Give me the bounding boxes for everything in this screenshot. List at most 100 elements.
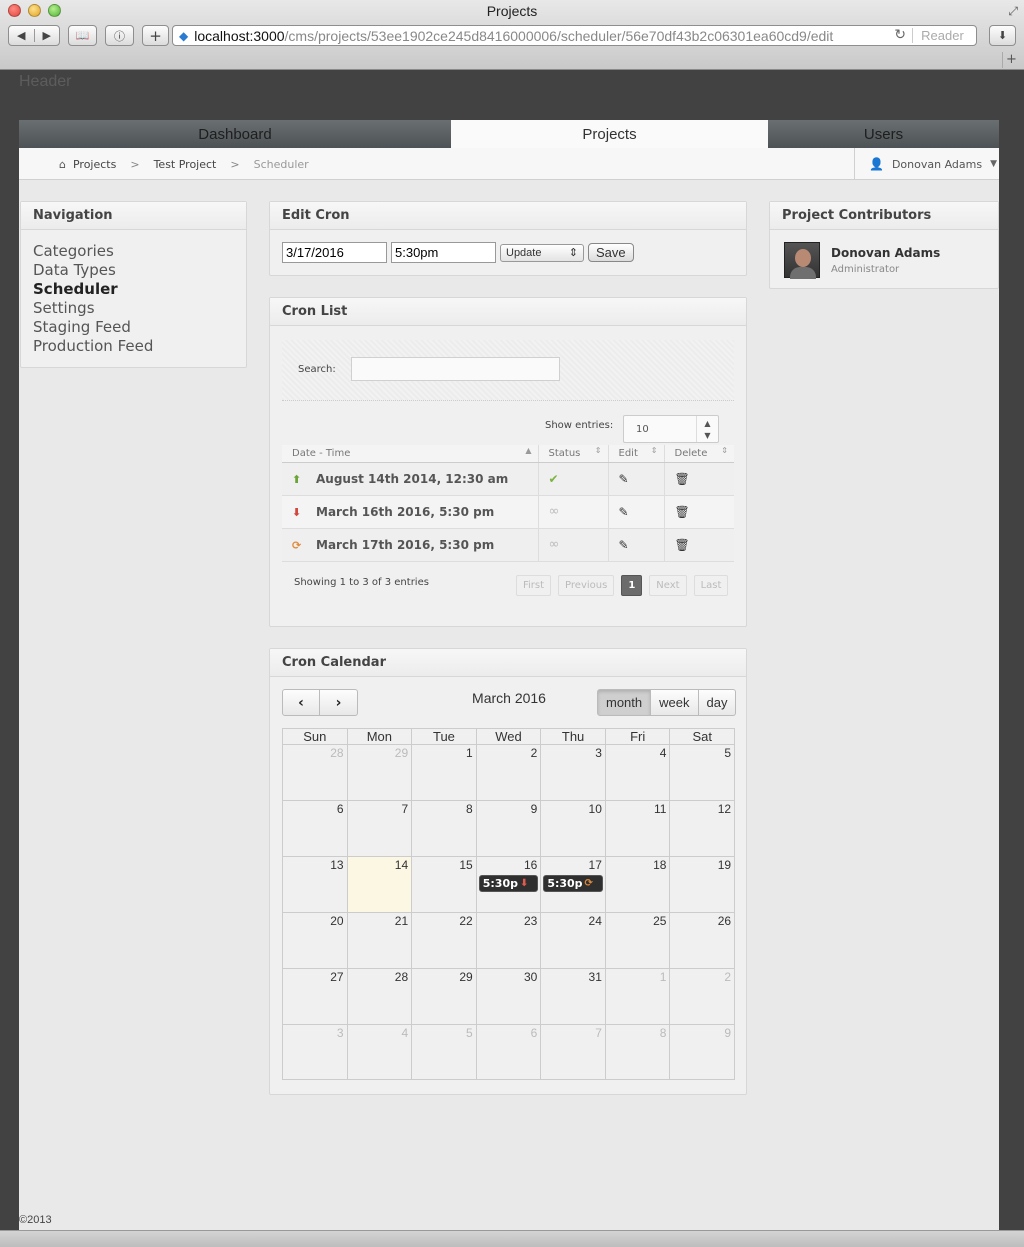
show-entries-select[interactable]: 10 ▲ ▼ <box>623 415 719 443</box>
fullscreen-icon[interactable]: ⤢ <box>1008 4 1018 19</box>
view-week-button[interactable]: week <box>651 689 699 716</box>
view-month-button[interactable]: month <box>597 689 652 716</box>
breadcrumb-projects[interactable]: Projects <box>73 158 116 171</box>
contributor-role: Administrator <box>831 264 900 275</box>
calendar-day[interactable]: 27 <box>283 969 347 1024</box>
calendar-day[interactable]: 25 <box>604 913 670 968</box>
action-select[interactable]: Update ⇕ <box>500 243 584 262</box>
next-month-chevron-icon[interactable]: › <box>320 689 358 716</box>
calendar-day[interactable]: 20 <box>283 913 347 968</box>
tab-dashboard[interactable]: Dashboard <box>19 120 451 148</box>
tab-projects[interactable]: Projects <box>451 120 768 148</box>
reload-icon[interactable]: ↻ <box>894 26 906 43</box>
prev-month-chevron-icon[interactable]: ‹ <box>282 689 320 716</box>
calendar-day[interactable]: 8 <box>411 801 476 856</box>
pager-previous[interactable]: Previous <box>558 575 615 596</box>
calendar-day[interactable]: 4 <box>346 1025 412 1079</box>
search-input[interactable] <box>351 357 560 381</box>
save-button[interactable]: Save <box>588 243 634 262</box>
calendar-day[interactable]: 18 <box>604 857 670 912</box>
nav-item-staging-feed[interactable]: Staging Feed <box>33 318 246 337</box>
calendar-day[interactable]: 5 <box>669 745 734 800</box>
new-tab-icon[interactable]: + <box>1002 52 1020 68</box>
calendar-day[interactable]: 23 <box>475 913 541 968</box>
calendar-day[interactable]: 3 <box>283 1025 347 1079</box>
calendar-day[interactable]: 26 <box>669 913 734 968</box>
calendar-day[interactable]: 6 <box>475 1025 541 1079</box>
pager-page-1[interactable]: 1 <box>621 575 643 596</box>
nav-item-production-feed[interactable]: Production Feed <box>33 337 246 356</box>
reader-button[interactable]: Reader <box>912 28 972 43</box>
calendar-day[interactable]: 8 <box>604 1025 670 1079</box>
row-datetime: March 17th 2016, 5:30 pm <box>316 537 495 552</box>
date-input[interactable] <box>282 242 387 263</box>
calendar-day[interactable]: 15 <box>411 857 476 912</box>
calendar-event[interactable]: 5:30p ⬇ <box>478 875 539 892</box>
calendar-day-today[interactable]: 14 <box>346 857 412 912</box>
calendar-day[interactable]: 29 <box>346 745 412 800</box>
downloads-icon[interactable]: ⬇ <box>989 25 1016 46</box>
calendar-day[interactable]: 5 <box>411 1025 476 1079</box>
calendar-day[interactable]: 7 <box>346 801 412 856</box>
navigation-title: Navigation <box>21 202 246 230</box>
edit-icon[interactable]: ✎ <box>619 538 629 552</box>
pager-first[interactable]: First <box>516 575 552 596</box>
address-bar[interactable]: ◆ localhost:3000/cms/projects/53ee1902ce… <box>172 25 977 46</box>
nav-item-settings[interactable]: Settings <box>33 299 246 318</box>
bookmarks-icon[interactable]: 📖 <box>68 25 97 46</box>
weekday-label: Thu <box>540 729 605 744</box>
tab-users[interactable]: Users <box>768 120 999 148</box>
nav-item-scheduler[interactable]: Scheduler <box>33 280 246 299</box>
add-bookmark-icon[interactable]: + <box>142 25 169 46</box>
trash-icon[interactable]: 🗑 <box>675 472 690 486</box>
calendar-day[interactable]: 7 <box>540 1025 605 1079</box>
calendar-day[interactable]: 30 <box>475 969 541 1024</box>
column-header-status[interactable]: Status ⇕ <box>538 445 609 463</box>
calendar-day[interactable]: 13 <box>283 857 347 912</box>
forward-arrow-icon[interactable]: ▶ <box>33 29 60 42</box>
calendar-day[interactable]: 17 5:30p ⟳ <box>540 857 605 912</box>
calendar-week: 6 7 8 9 10 11 12 <box>282 800 735 856</box>
calendar-day[interactable]: 21 <box>346 913 412 968</box>
calendar-day[interactable]: 28 <box>283 745 347 800</box>
contributor-name[interactable]: Donovan Adams <box>831 246 940 260</box>
nav-item-data-types[interactable]: Data Types <box>33 261 246 280</box>
top-sites-icon[interactable]: ⓘ <box>105 25 134 46</box>
back-arrow-icon[interactable]: ◀ <box>9 29 34 42</box>
calendar-day[interactable]: 11 <box>604 801 670 856</box>
edit-icon[interactable]: ✎ <box>619 472 629 486</box>
calendar-day[interactable]: 4 <box>604 745 670 800</box>
calendar-day[interactable]: 16 5:30p ⬇ <box>475 857 541 912</box>
column-header-edit[interactable]: Edit ⇕ <box>608 445 665 463</box>
calendar-day[interactable]: 10 <box>540 801 605 856</box>
calendar-day[interactable]: 3 <box>540 745 605 800</box>
view-day-button[interactable]: day <box>698 689 737 716</box>
calendar-day[interactable]: 29 <box>411 969 476 1024</box>
calendar-day[interactable]: 28 <box>346 969 412 1024</box>
calendar-day[interactable]: 1 <box>604 969 670 1024</box>
calendar-day[interactable]: 9 <box>475 801 541 856</box>
calendar-day[interactable]: 2 <box>669 969 734 1024</box>
nav-item-categories[interactable]: Categories <box>33 242 246 261</box>
user-menu[interactable]: 👤 Donovan Adams ▼ <box>854 148 999 180</box>
calendar-day[interactable]: 6 <box>283 801 347 856</box>
edit-icon[interactable]: ✎ <box>619 505 629 519</box>
pager-next[interactable]: Next <box>649 575 687 596</box>
breadcrumb-test-project[interactable]: Test Project <box>154 158 217 171</box>
calendar-day[interactable]: 9 <box>669 1025 734 1079</box>
calendar-day[interactable]: 22 <box>411 913 476 968</box>
calendar-day[interactable]: 2 <box>475 745 541 800</box>
cron-list-panel: Cron List Search: Show entries: 10 ▲ ▼ Da… <box>269 297 747 627</box>
pager-last[interactable]: Last <box>693 575 729 596</box>
calendar-day[interactable]: 1 <box>411 745 476 800</box>
column-header-date-time[interactable]: Date - Time ▲ <box>282 445 539 463</box>
calendar-event[interactable]: 5:30p ⟳ <box>543 875 603 892</box>
calendar-day[interactable]: 19 <box>669 857 734 912</box>
trash-icon[interactable]: 🗑 <box>675 505 690 519</box>
calendar-day[interactable]: 24 <box>540 913 605 968</box>
time-input[interactable] <box>391 242 496 263</box>
column-header-delete[interactable]: Delete ⇕ <box>664 445 734 463</box>
calendar-day[interactable]: 31 <box>540 969 605 1024</box>
trash-icon[interactable]: 🗑 <box>675 538 690 552</box>
calendar-day[interactable]: 12 <box>669 801 734 856</box>
